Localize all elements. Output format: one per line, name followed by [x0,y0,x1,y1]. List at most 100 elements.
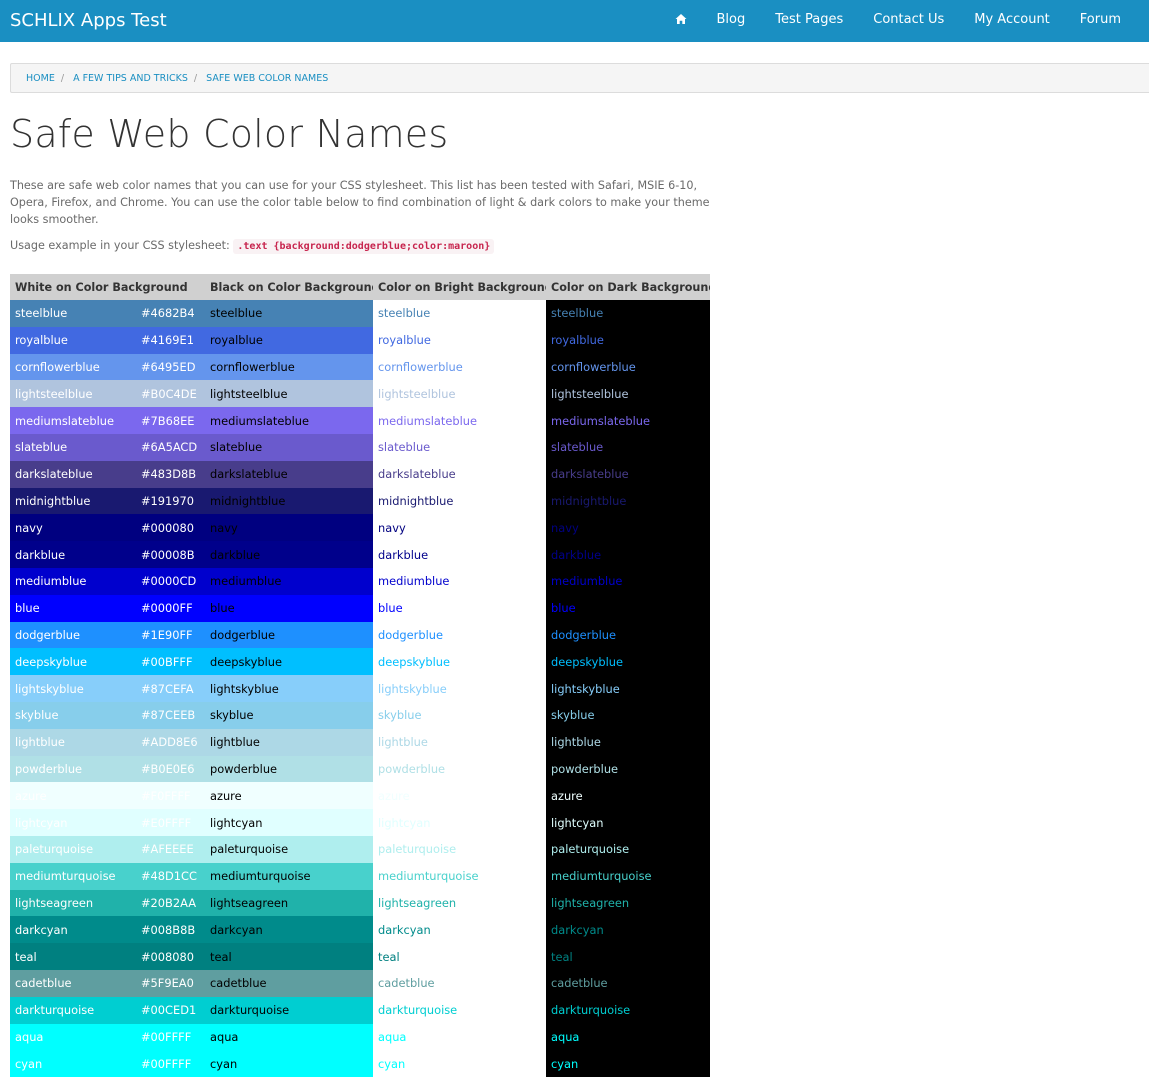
cell-color-on-dark: cadetblue [546,969,710,997]
cell-white-on-color: navy [10,514,136,542]
cell-color-on-bright: azure [373,782,546,810]
cell-black-on-color: steelblue [205,300,373,327]
cell-hex-value: #00008B [136,541,205,568]
table-row: lightskyblue #87CEFA lightskyblue lightskyb… [10,675,710,702]
cell-color-on-bright: royalblue [373,326,546,354]
cell-color-on-dark: mediumslateblue [546,407,710,434]
cell-hex-value: #00CED1 [136,996,205,1024]
cell-white-on-color: lightskyblue [10,675,136,702]
cell-white-on-color: darkturquoise [10,996,136,1024]
cell-white-on-color: mediumblue [10,567,136,595]
intro-paragraph: These are safe web color names that you … [10,179,710,226]
cell-black-on-color: deepskyblue [205,648,373,676]
nav-forum[interactable]: Forum [1065,0,1149,42]
cell-white-on-color: teal [10,943,136,970]
nav-home[interactable] [660,0,702,42]
cell-color-on-dark: mediumturquoise [546,862,710,890]
cell-color-on-dark: royalblue [546,326,710,354]
cell-black-on-color: mediumslateblue [205,407,373,434]
cell-color-on-dark: darkcyan [546,916,710,944]
cell-color-on-bright: blue [373,594,546,622]
cell-color-on-dark: teal [546,943,710,970]
table-row: darkblue #00008B darkblue darkblue darkblue [10,541,710,568]
breadcrumb-home[interactable]: HOME [26,73,55,84]
cell-black-on-color: cyan [205,1050,373,1077]
cell-black-on-color: cornflowerblue [205,353,373,381]
cell-color-on-dark: cyan [546,1050,710,1077]
cell-hex-value: #7B68EE [136,407,205,434]
table-row: mediumslateblue #7B68EE mediumslateblue med… [10,407,710,434]
cell-black-on-color: blue [205,594,373,622]
cell-color-on-dark: mediumblue [546,567,710,595]
cell-white-on-color: cadetblue [10,969,136,997]
table-row: mediumblue #0000CD mediumblue mediumblue med… [10,567,710,595]
cell-color-on-dark: midnightblue [546,487,710,515]
table-row: darkcyan #008B8B darkcyan darkcyan darkcyan [10,916,710,944]
cell-white-on-color: lightcyan [10,809,136,836]
cell-hex-value: #191970 [136,487,205,515]
cell-hex-value: #4169E1 [136,326,205,354]
usage-line: Usage example in your CSS stylesheet: .t… [10,239,495,254]
cell-black-on-color: lightblue [205,728,373,756]
cell-hex-value: #87CEFA [136,675,205,702]
cell-color-on-bright: mediumturquoise [373,862,546,890]
cell-white-on-color: paleturquoise [10,835,136,863]
table-row: azure #F0FFFF azure azure azure [10,782,710,810]
home-icon [675,14,687,24]
table-row: deepskyblue #00BFFF deepskyblue deepskyblue… [10,648,710,676]
cell-black-on-color: lightskyblue [205,675,373,702]
header-color-on-bright: Color on Bright Background [373,274,546,300]
cell-color-on-dark: dodgerblue [546,621,710,649]
cell-color-on-dark: lightblue [546,728,710,756]
cell-color-on-dark: deepskyblue [546,648,710,676]
nav-blog[interactable]: Blog [702,0,761,42]
table-row: slateblue #6A5ACD slateblue slateblue slateb… [10,433,710,461]
nav-contact-us[interactable]: Contact Us [858,0,959,42]
table-row: darkturquoise #00CED1 darkturquoise darktur… [10,996,710,1024]
cell-white-on-color: slateblue [10,433,136,461]
cell-color-on-bright: lightseagreen [373,889,546,917]
breadcrumb-separator: / [60,73,65,84]
cell-hex-value: #E0FFFF [136,809,205,836]
cell-white-on-color: darkblue [10,541,136,568]
color-rows: steelblue #4682B4 steelblue steelblue steelb… [10,300,710,1077]
table-row: skyblue #87CEEB skyblue skyblue skyblue [10,701,710,729]
cell-hex-value: #6A5ACD [136,433,205,461]
table-row: paleturquoise #AFEEEE paleturquoise paletur… [10,835,710,863]
nav-my-account[interactable]: My Account [959,0,1065,42]
cell-black-on-color: aqua [205,1023,373,1051]
nav-test-pages[interactable]: Test Pages [760,0,858,42]
cell-color-on-dark: aqua [546,1023,710,1051]
cell-hex-value: #48D1CC [136,862,205,890]
site-brand[interactable]: SCHLIX Apps Test [10,0,167,42]
cell-color-on-bright: paleturquoise [373,835,546,863]
breadcrumb-current[interactable]: SAFE WEB COLOR NAMES [206,73,328,84]
table-row: lightblue #ADD8E6 lightblue lightblue lightb… [10,728,710,756]
table-row: royalblue #4169E1 royalblue royalblue royalb… [10,326,710,354]
cell-white-on-color: aqua [10,1023,136,1051]
cell-black-on-color: darkslateblue [205,460,373,488]
cell-black-on-color: azure [205,782,373,810]
cell-hex-value: #20B2AA [136,889,205,917]
cell-color-on-dark: cornflowerblue [546,353,710,381]
cell-black-on-color: skyblue [205,701,373,729]
table-row: lightseagreen #20B2AA lightseagreen lightse… [10,889,710,917]
cell-color-on-dark: paleturquoise [546,835,710,863]
table-row: powderblue #B0E0E6 powderblue powderblue pow… [10,755,710,783]
cell-white-on-color: mediumslateblue [10,407,136,434]
cell-color-on-bright: steelblue [373,300,546,327]
cell-color-on-dark: azure [546,782,710,810]
table-row: teal #008080 teal teal teal [10,943,710,970]
cell-hex-value: #483D8B [136,460,205,488]
header-color-on-dark: Color on Dark Background [546,274,710,300]
cell-black-on-color: midnightblue [205,487,373,515]
cell-hex-value: #000080 [136,514,205,542]
breadcrumb-tips[interactable]: A FEW TIPS AND TRICKS [73,73,188,84]
header-white-on-color: White on Color Background [10,274,205,300]
table-row: midnightblue #191970 midnightblue midnightb… [10,487,710,515]
cell-color-on-bright: lightcyan [373,809,546,836]
cell-black-on-color: dodgerblue [205,621,373,649]
cell-white-on-color: lightseagreen [10,889,136,917]
cell-hex-value: #0000FF [136,594,205,622]
cell-color-on-bright: mediumblue [373,567,546,595]
